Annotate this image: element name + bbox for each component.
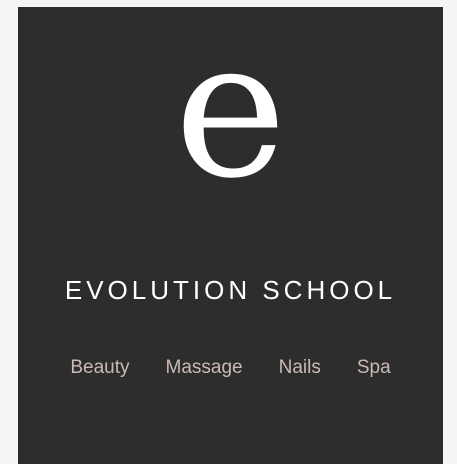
nav-item-massage[interactable]: Massage (166, 357, 243, 379)
nav-item-nails[interactable]: Nails (279, 357, 321, 379)
nav-item-spa[interactable]: Spa (357, 357, 391, 379)
brand-title: EVOLUTION SCHOOL (64, 275, 397, 305)
main-nav: Beauty Massage Nails Spa (18, 357, 443, 379)
brand-logo: e (174, 0, 287, 220)
nav-item-beauty[interactable]: Beauty (70, 357, 129, 379)
hero-panel: e EVOLUTION SCHOOL Beauty Massage Nails … (18, 7, 443, 464)
